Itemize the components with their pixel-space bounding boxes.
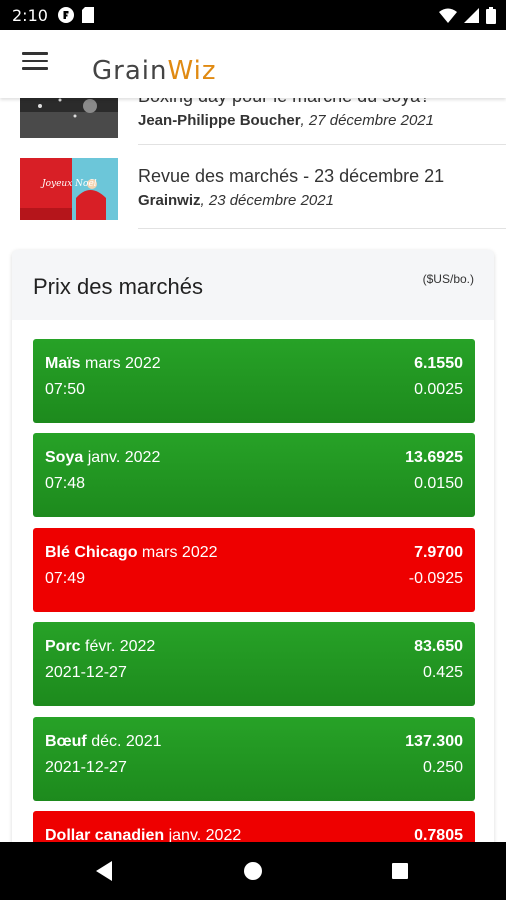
price-row[interactable]: Dollar canadien janv. 2022 0.7805 — [33, 811, 475, 842]
quote-price: 6.1550 — [414, 355, 463, 372]
contract-month: mars 2022 — [80, 355, 161, 372]
news-date: , 23 décembre 2021 — [200, 192, 334, 209]
thumb-caption: Joyeux Noël — [40, 179, 97, 189]
commodity-name: Porc — [45, 638, 81, 655]
logo-suffix: Wiz — [167, 56, 217, 86]
news-thumbnail: Joyeux Noël — [20, 158, 118, 220]
price-row[interactable]: Blé Chicago mars 2022 07:49 7.9700 -0.09… — [33, 528, 475, 612]
price-row[interactable]: Bœuf déc. 2021 2021-12-27 137.300 0.250 — [33, 717, 475, 801]
contract-month: janv. 2022 — [83, 449, 161, 466]
back-icon[interactable] — [96, 861, 112, 881]
quote-price: 137.300 — [405, 733, 463, 750]
status-bar: 2:10 — [0, 0, 506, 30]
news-title[interactable]: Boxing day pour le marché du soya? — [138, 98, 430, 107]
contract-month: déc. 2021 — [86, 733, 162, 750]
contract-month: févr. 2022 — [80, 638, 156, 655]
contract-month: mars 2022 — [137, 544, 218, 561]
home-icon[interactable] — [244, 862, 262, 880]
menu-icon — [22, 52, 48, 70]
commodity-name: Dollar canadien — [45, 827, 165, 842]
wifi-icon — [439, 8, 457, 23]
quote-change: 0.425 — [422, 664, 463, 681]
news-divider — [138, 228, 506, 229]
menu-button[interactable] — [22, 52, 48, 74]
recents-icon[interactable] — [392, 863, 408, 879]
quote-change: 0.250 — [422, 759, 463, 776]
market-header: Prix des marchés ($US/bo.) — [12, 250, 494, 320]
quote-time: 07:49 — [45, 570, 86, 587]
sim-card-icon — [82, 7, 94, 23]
system-icons — [439, 7, 496, 24]
quote-time: 2021-12-27 — [45, 759, 127, 776]
notification-icons — [58, 7, 94, 23]
news-divider — [138, 144, 506, 145]
price-row[interactable]: Porc févr. 2022 2021-12-27 83.650 0.425 — [33, 622, 475, 706]
quote-price: 0.7805 — [414, 827, 463, 842]
market-title: Prix des marchés — [33, 274, 203, 299]
commodity-name: Blé Chicago — [45, 544, 138, 561]
market-body: Maïs mars 2022 07:50 6.1550 0.0025 Soya … — [12, 320, 494, 842]
main-scroll[interactable]: Boxing day pour le marché du soya? Jean-… — [0, 98, 506, 842]
signal-icon — [464, 8, 479, 23]
market-unit: ($US/bo.) — [422, 272, 474, 286]
quote-time: 07:48 — [45, 475, 86, 492]
quote-price: 83.650 — [414, 638, 463, 655]
news-thumbnail — [20, 98, 118, 138]
quote-time: 2021-12-27 — [45, 664, 127, 681]
contract-month: janv. 2022 — [164, 827, 242, 842]
news-meta: Grainwiz, 23 décembre 2021 — [138, 192, 334, 209]
quote-change: 0.0025 — [414, 381, 463, 398]
app-bar: GrainWiz — [0, 30, 506, 98]
system-nav-bar — [0, 842, 506, 900]
commodity-name: Maïs — [45, 355, 81, 372]
market-prices-card: Prix des marchés ($US/bo.) Maïs mars 202… — [12, 250, 494, 842]
app-notification-icon — [58, 7, 74, 23]
quote-time: 07:50 — [45, 381, 86, 398]
news-title[interactable]: Revue des marchés - 23 décembre 21 — [138, 166, 444, 187]
commodity-name: Bœuf — [45, 733, 87, 750]
quote-price: 7.9700 — [414, 544, 463, 561]
status-time: 2:10 — [12, 6, 48, 25]
logo-prefix: Grain — [92, 56, 168, 86]
price-row[interactable]: Soya janv. 2022 07:48 13.6925 0.0150 — [33, 433, 475, 517]
news-date: , 27 décembre 2021 — [300, 112, 434, 129]
quote-change: 0.0150 — [414, 475, 463, 492]
battery-icon — [486, 7, 496, 24]
commodity-name: Soya — [45, 449, 84, 466]
news-author: Grainwiz — [138, 192, 201, 209]
news-author: Jean-Philippe Boucher — [138, 112, 301, 129]
quote-price: 13.6925 — [405, 449, 463, 466]
quote-change: -0.0925 — [408, 570, 463, 587]
price-row[interactable]: Maïs mars 2022 07:50 6.1550 0.0025 — [33, 339, 475, 423]
news-meta: Jean-Philippe Boucher, 27 décembre 2021 — [138, 112, 434, 129]
